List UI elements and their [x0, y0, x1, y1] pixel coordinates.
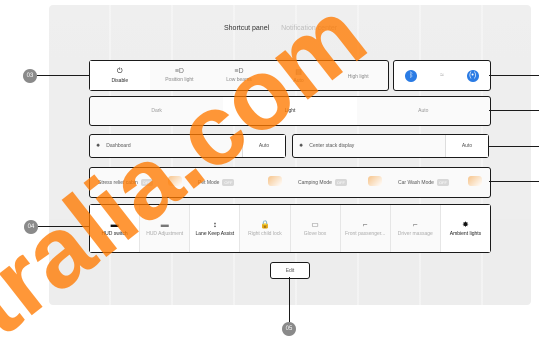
position-light-icon: ≡D — [174, 68, 184, 75]
camping-mode[interactable]: Camping Mode OFF — [290, 168, 390, 197]
sun-icon: ✹ — [96, 143, 101, 149]
dashboard-label: Dashboard — [106, 143, 131, 149]
mode-state: OFF — [140, 179, 153, 186]
leader-line — [489, 110, 539, 111]
pet-icon — [268, 176, 282, 186]
display-row: ✹ Dashboard Auto ✹ Center stack display … — [89, 134, 489, 158]
mode-label: Car Wash Mode — [398, 179, 434, 186]
hotspot-icon[interactable]: (•) — [466, 69, 479, 82]
stress-relief-icon — [168, 176, 182, 186]
stress-relief-cabin[interactable]: Stress relief cabin OFF — [90, 168, 190, 197]
shortcut-label: Lane Keep Assist — [195, 231, 235, 237]
power-icon: ⏻ — [117, 67, 123, 75]
glove-box-icon: ▭ — [311, 220, 319, 229]
panel-tabs: Shortcut panel Notification center — [224, 25, 347, 32]
leader-line — [37, 75, 89, 76]
lights-label: High light — [347, 73, 369, 80]
center-stack-auto-button[interactable]: Auto — [445, 135, 488, 157]
sun-icon: ✹ — [299, 143, 304, 149]
callout-04: 04 — [24, 220, 38, 234]
shortcut-label: Driver massage — [397, 231, 433, 237]
hud-icon: ▬ — [110, 220, 119, 229]
camping-icon — [368, 176, 382, 186]
lights-label: Low beams — [226, 77, 252, 83]
mode-state: OFF — [222, 179, 235, 186]
hud-adjust-icon: ▬ — [160, 220, 169, 229]
shortcut-label: Front passenger... — [345, 231, 386, 237]
shortcut-label: HUD switch — [101, 231, 128, 237]
hud-switch[interactable]: ▬ HUD switch — [90, 205, 141, 252]
lights-position[interactable]: ≡D Position light — [150, 61, 210, 90]
bluetooth-icon[interactable]: ᛒ — [405, 69, 418, 82]
edit-button[interactable]: Edit — [270, 262, 310, 279]
car-wash-icon — [468, 176, 482, 186]
leader-line — [489, 181, 539, 182]
mode-state: OFF — [436, 179, 449, 186]
massage-icon: ⌐ — [412, 220, 418, 229]
shortcuts-row: ▬ HUD switch ▬ HUD Adjustment ↕ Lane Kee… — [89, 204, 491, 253]
lights-label: Disable — [111, 77, 129, 84]
shortcut-label: Right child lock — [248, 231, 282, 237]
dashboard-auto-button[interactable]: Auto — [242, 135, 285, 157]
lane-keep-assist[interactable]: ↕ Lane Keep Assist — [190, 205, 241, 252]
car-wash-mode[interactable]: Car Wash Mode OFF — [390, 168, 490, 197]
center-stack-brightness[interactable]: ✹ Center stack display Auto — [292, 134, 489, 158]
theme-row: Dark Light Auto — [89, 96, 491, 126]
center-stack-label: Center stack display — [309, 143, 355, 149]
mode-label: Pet Mode — [198, 179, 220, 186]
lights-high[interactable]: High light — [328, 61, 388, 90]
mode-state: OFF — [334, 179, 347, 186]
ambient-lights[interactable]: ✸ Ambient lights — [440, 205, 490, 252]
theme-light[interactable]: Light — [223, 97, 357, 125]
lights-low-beams[interactable]: ≡D Low beams — [209, 61, 269, 90]
ambient-light-icon: ✸ — [462, 220, 469, 229]
callout-03: 03 — [23, 69, 37, 83]
pet-mode[interactable]: Pet Mode OFF — [190, 168, 290, 197]
shortcut-label: HUD Adjustment — [146, 231, 184, 237]
dashboard-brightness[interactable]: ✹ Dashboard Auto — [89, 134, 286, 158]
low-beam-icon: ≡D — [234, 68, 244, 75]
lights-label: Position light — [165, 77, 194, 83]
auto-light-icon: ▤ — [295, 68, 302, 76]
callout-05: 05 — [282, 322, 296, 336]
hud-adjustment[interactable]: ▬ HUD Adjustment — [140, 205, 191, 252]
theme-dark[interactable]: Dark — [90, 97, 223, 125]
lights-label: Auto — [293, 77, 304, 84]
mode-label: Camping Mode — [298, 179, 332, 186]
tab-shortcut-panel[interactable]: Shortcut panel — [224, 25, 269, 32]
shortcut-label: Glove box — [303, 231, 327, 237]
modes-row: Stress relief cabin OFF Pet Mode OFF Cam… — [89, 167, 491, 198]
seat-icon: ⌐ — [362, 220, 368, 229]
right-child-lock[interactable]: 🔒 Right child lock — [240, 205, 291, 252]
shortcut-label: Ambient lights — [449, 231, 482, 237]
driver-massage[interactable]: ⌐ Driver massage — [391, 205, 441, 252]
lock-icon: 🔒 — [259, 220, 270, 229]
tab-notification-center[interactable]: Notification center — [281, 25, 337, 32]
wifi-icon[interactable]: ≈ — [440, 72, 444, 79]
lights-row: ⏻ Disable ≡D Position light ≡D Low beams… — [89, 60, 389, 91]
lights-disable[interactable]: ⏻ Disable — [90, 61, 150, 90]
leader-line — [289, 277, 290, 322]
theme-auto[interactable]: Auto — [357, 97, 490, 125]
mode-label: Stress relief cabin — [98, 179, 138, 186]
leader-line — [489, 146, 539, 147]
front-passenger[interactable]: ⌐ Front passenger... — [341, 205, 391, 252]
lane-icon: ↕ — [212, 220, 217, 229]
connectivity-box: ᛒ ≈ (•) — [393, 60, 491, 91]
lights-auto[interactable]: ▤ Auto — [269, 61, 329, 90]
glove-box[interactable]: ▭ Glove box — [291, 205, 341, 252]
leader-line — [38, 226, 89, 227]
leader-line — [489, 75, 539, 76]
